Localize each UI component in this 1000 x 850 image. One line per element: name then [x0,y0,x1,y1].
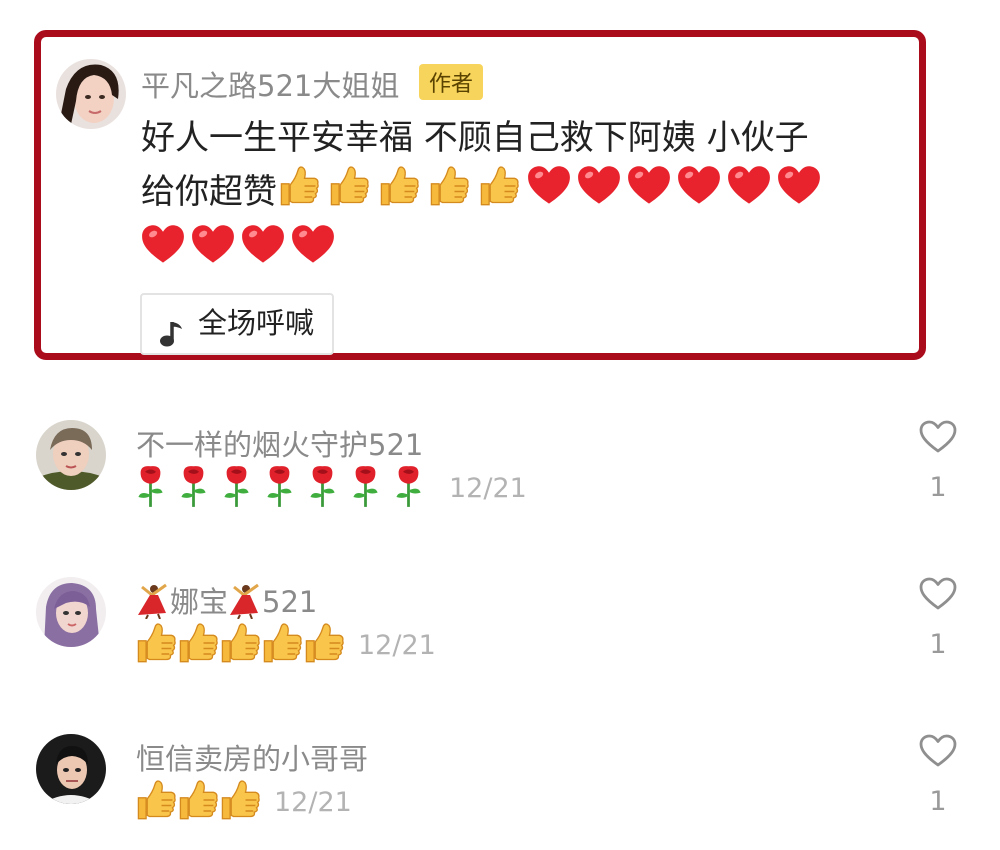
comment-date: 12/21 [449,472,527,504]
emoji [392,464,425,512]
emoji [260,621,304,669]
comment-item: 不一样的烟火守护521 12/21 1 [0,420,1000,530]
emoji [241,223,285,282]
comment-content: 12/21 [134,778,352,826]
dancer-emoji [136,583,170,626]
comment-item: 恒信卖房的小哥哥 12/21 1 [0,734,1000,844]
emoji [677,164,721,223]
emoji [727,164,771,223]
rose-emoji-row [134,466,435,507]
featured-comment: 平凡之路521大姐姐 作者 好人一生平安幸福 不顾自己救下阿姨 小伙子 给你超赞… [34,30,926,360]
shout-button[interactable]: 全场呼喊 [140,293,335,355]
username[interactable]: 不一样的烟火守护521 [136,422,423,464]
username[interactable]: 平凡之路521大姐姐 [141,63,399,105]
emoji [349,464,382,512]
emoji [218,778,262,826]
emoji [291,223,335,282]
username[interactable]: 娜宝 521 [136,579,317,626]
heart-outline-icon [919,734,957,772]
emoji [527,164,571,223]
avatar[interactable] [36,577,106,647]
like-button[interactable]: 1 [916,734,960,817]
comment-line [141,223,881,282]
avatar[interactable] [36,420,106,490]
comment-date: 12/21 [358,629,436,661]
emoji [218,621,262,669]
comment-content: 12/21 [134,464,527,512]
emoji [327,164,371,223]
thumbs-up-emoji-row [134,623,344,663]
dancer-emoji [228,583,262,626]
emoji [134,621,178,669]
username[interactable]: 恒信卖房的小哥哥 [136,736,368,778]
comment-line: 给你超赞 [141,164,881,223]
comment-text: 给你超赞 [141,172,277,212]
red-heart-emoji-row [527,166,827,212]
emoji [191,223,235,282]
thumbs-up-emoji-row [134,780,260,820]
author-badge: 作者 [419,64,484,100]
emoji [577,164,621,223]
username-text: 娜宝 [170,585,229,619]
heart-outline-icon [919,420,957,458]
emoji [777,164,821,223]
emoji [134,464,167,512]
emoji [134,778,178,826]
comment-content: 好人一生平安幸福 不顾自己救下阿姨 小伙子 给你超赞 [141,112,881,282]
emoji [263,464,296,512]
emoji [302,621,346,669]
avatar[interactable] [36,734,106,804]
shout-button-label: 全场呼喊 [198,306,315,340]
emoji [176,621,220,669]
music-note-icon [158,310,184,366]
avatar[interactable] [56,59,126,129]
comment-content: 12/21 [134,621,436,669]
emoji [627,164,671,223]
like-button[interactable]: 1 [916,420,960,503]
emoji [477,164,521,223]
heart-outline-icon [919,577,957,615]
like-button[interactable]: 1 [916,577,960,660]
emoji [177,464,210,512]
emoji [141,223,185,282]
emoji [427,164,471,223]
like-count: 1 [929,786,947,817]
thumbs-up-emoji-row [277,166,527,212]
emoji [377,164,421,223]
comment-item: 娜宝 521 12/21 1 [0,577,1000,687]
emoji [277,164,321,223]
like-count: 1 [929,472,947,503]
like-count: 1 [929,629,947,660]
red-heart-emoji-row [141,225,341,271]
emoji [220,464,253,512]
username-text: 521 [262,585,318,619]
emoji [176,778,220,826]
comment-line: 好人一生平安幸福 不顾自己救下阿姨 小伙子 [141,118,809,158]
emoji [306,464,339,512]
comment-date: 12/21 [274,786,352,818]
